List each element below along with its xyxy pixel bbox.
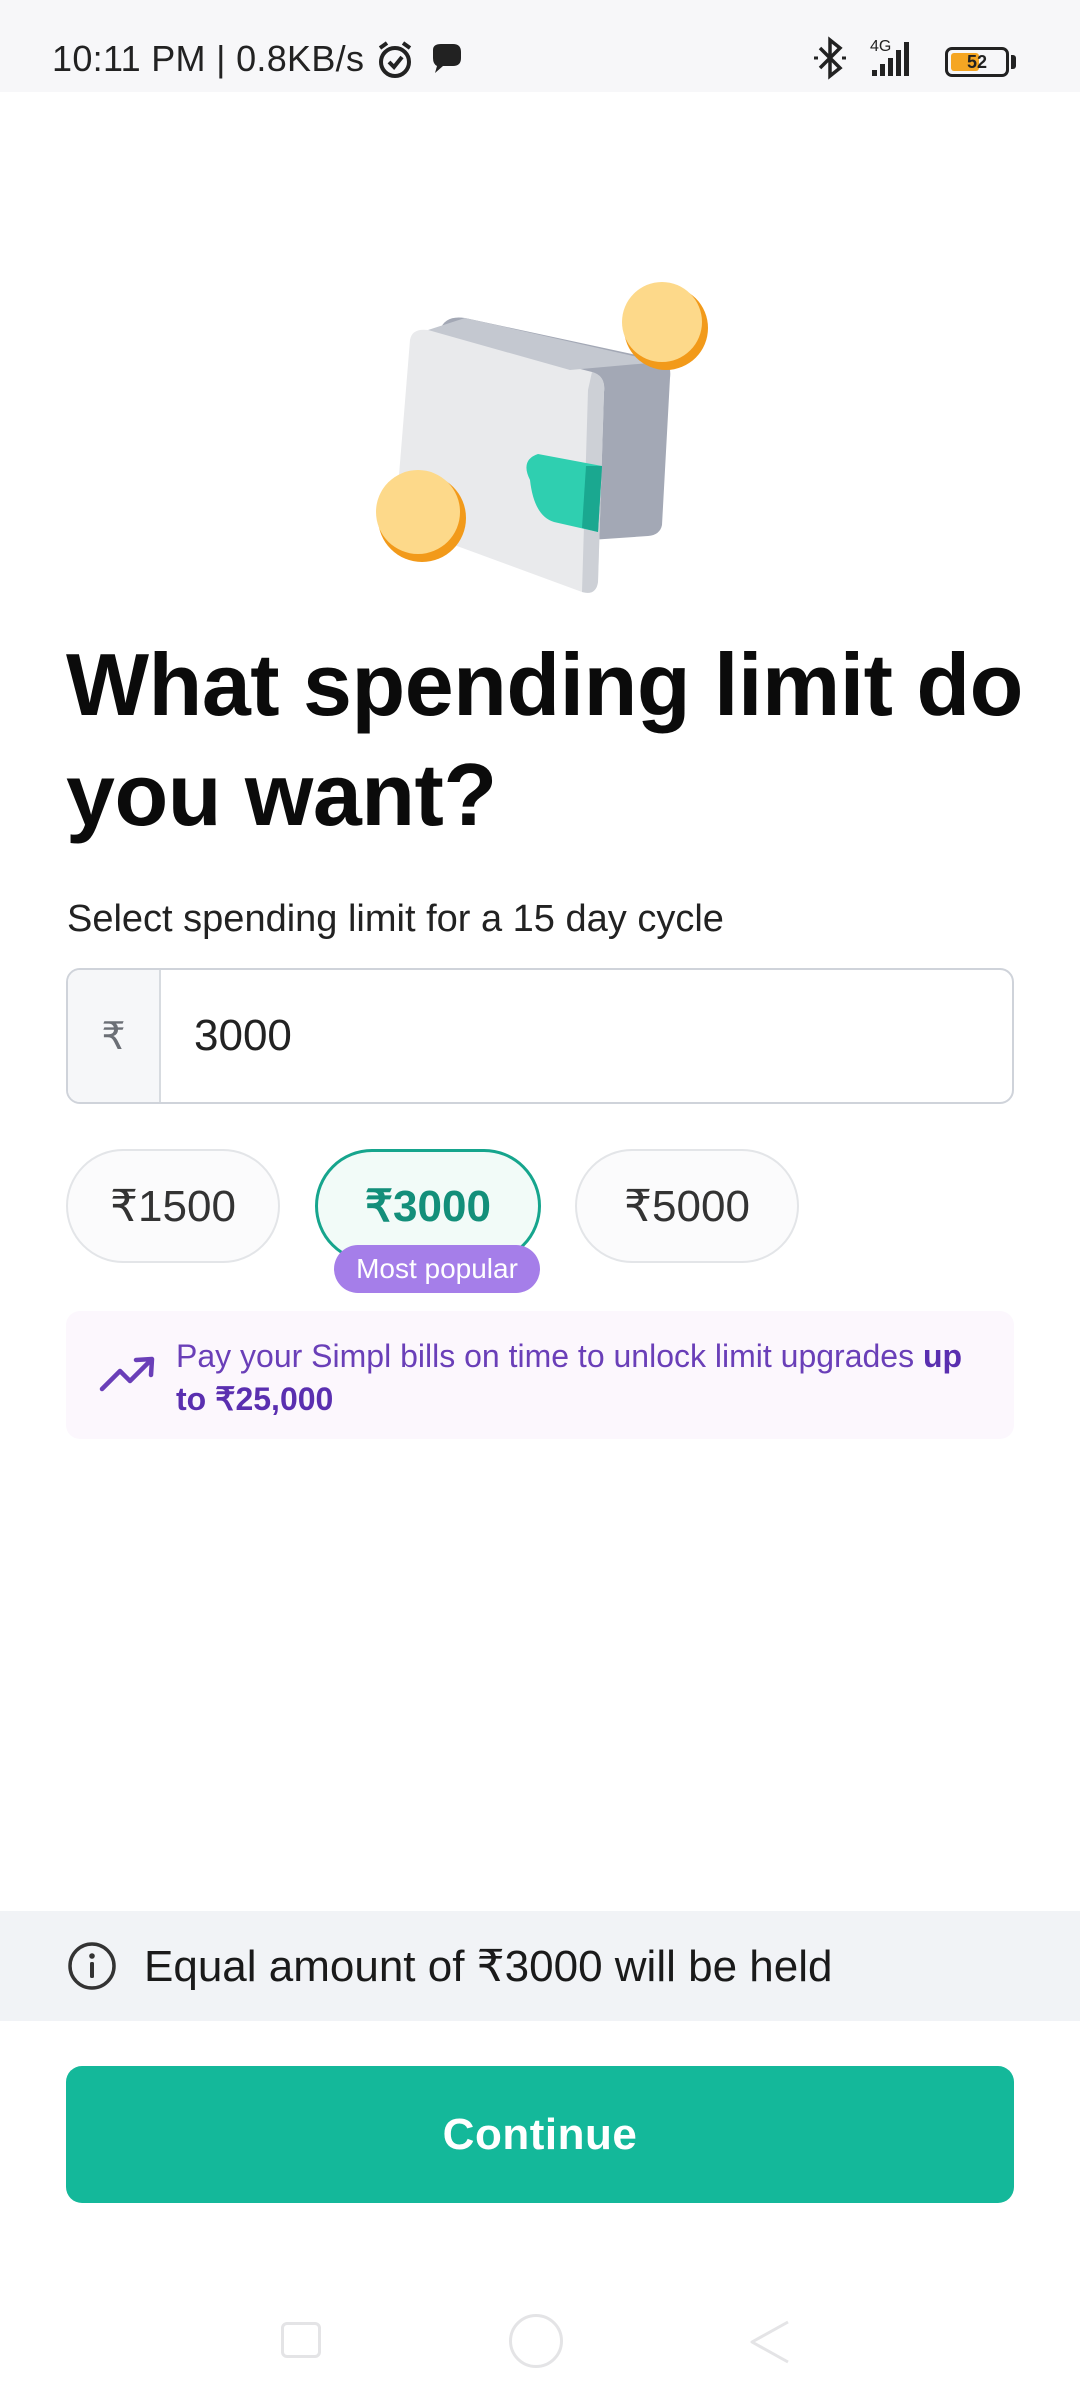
status-time: 10:11 PM | 0.8KB/s [52,38,365,79]
upgrade-text-main: Pay your Simpl bills on time to unlock l… [176,1338,923,1374]
system-nav-bar [0,2280,1080,2400]
battery-icon: 52 [945,47,1009,77]
hold-text: Equal amount of ₹3000 will be held [144,1942,833,1991]
continue-button[interactable]: Continue [66,2066,1014,2203]
info-icon [68,1942,116,1990]
amount-input[interactable] [194,970,974,1102]
bluetooth-icon [814,36,846,80]
network-type: 4G [870,38,892,55]
status-bar: 10:11 PM | 0.8KB/s 4G 52 [0,0,1080,92]
limit-cycle-label: Select spending limit for a 15 day cycle [67,898,724,940]
limit-chip-1500[interactable]: ₹1500 [66,1149,280,1263]
back-button[interactable] [748,2320,792,2364]
chat-bubble-icon [433,44,461,73]
page-title: What spending limit do you want? [66,635,1023,844]
most-popular-badge: Most popular [334,1245,540,1293]
battery-level: 52 [966,52,988,72]
limit-chip-5000[interactable]: ₹5000 [575,1149,799,1263]
rupee-prefix: ₹ [68,970,161,1102]
recent-apps-button[interactable] [281,2322,321,2358]
home-button[interactable] [509,2314,563,2368]
wallet-with-coins-icon [376,282,708,593]
amount-field[interactable]: ₹ [66,968,1014,1104]
alarm-icon [378,41,412,78]
upgrade-banner: Pay your Simpl bills on time to unlock l… [66,1311,1014,1439]
upgrade-text: Pay your Simpl bills on time to unlock l… [176,1335,996,1421]
trending-up-icon [99,1356,155,1392]
battery-cap [1011,55,1016,69]
alarm-and-chat-icons [378,41,461,78]
hold-notice: Equal amount of ₹3000 will be held [0,1911,1080,2021]
